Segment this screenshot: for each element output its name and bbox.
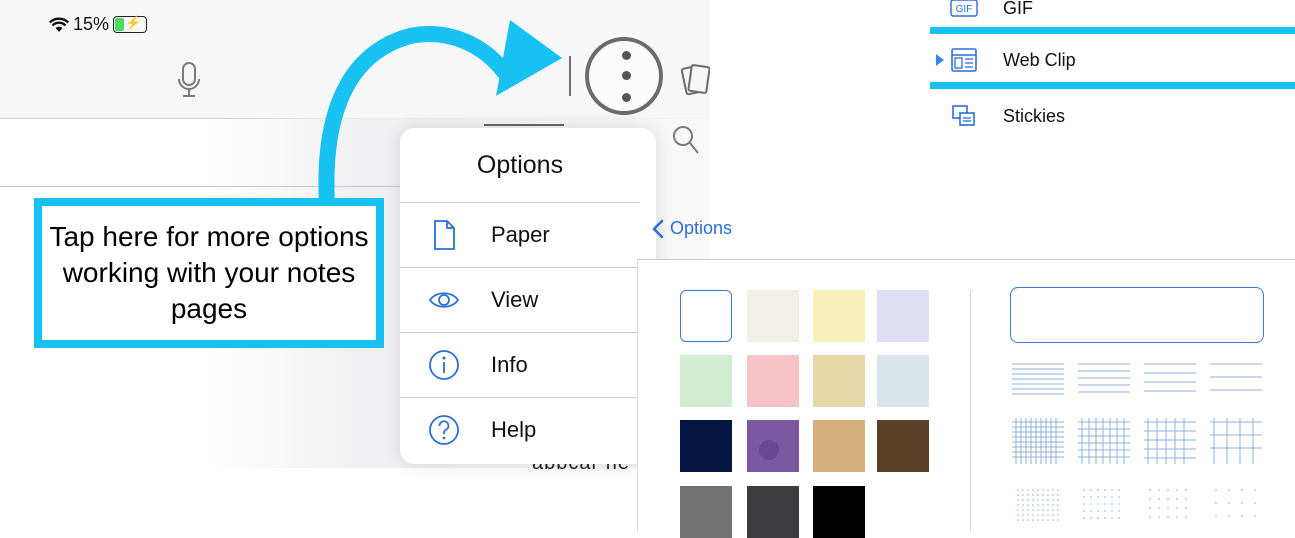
status-bar: 15%	[48, 14, 147, 35]
more-dot	[622, 93, 631, 102]
layout-lined-option[interactable]	[1144, 358, 1196, 404]
options-item-label: Paper	[491, 222, 550, 247]
paper-color-light-blue[interactable]	[877, 355, 929, 407]
pages-icon[interactable]	[680, 62, 710, 98]
options-popover: Options Paper View Info Help	[400, 128, 656, 464]
paper-color-tan[interactable]	[813, 355, 865, 407]
paper-color-pink[interactable]	[747, 355, 799, 407]
layout-grid-option[interactable]	[1210, 418, 1262, 464]
paper-color-light-yellow[interactable]	[813, 290, 865, 342]
options-item-info[interactable]: Info	[400, 332, 640, 397]
divider	[970, 290, 971, 531]
paper-color-cork[interactable]	[813, 420, 865, 472]
more-dot	[622, 51, 631, 60]
layout-blank-option[interactable]	[1010, 287, 1264, 343]
web-clip-icon	[951, 48, 977, 72]
search-icon[interactable]	[672, 125, 700, 157]
paper-color-purple[interactable]	[747, 420, 799, 472]
options-item-label: View	[491, 287, 539, 312]
layout-dotted-option[interactable]	[1210, 480, 1262, 526]
layout-grid-option[interactable]	[1078, 418, 1130, 464]
question-icon	[429, 415, 459, 445]
paper-color-black[interactable]	[813, 486, 865, 538]
layout-dotted-option[interactable]	[1012, 480, 1064, 526]
notes-app-screenshot: abbcar he 15% Tap here for more options …	[0, 0, 730, 474]
layout-grid-option[interactable]	[1144, 418, 1196, 464]
microphone-icon[interactable]	[178, 62, 200, 102]
callout-box: Tap here for more options working with y…	[34, 198, 384, 348]
paper-color-navy[interactable]	[680, 420, 732, 472]
paper-color-white[interactable]	[680, 290, 732, 342]
layout-grid-option[interactable]	[1012, 418, 1064, 464]
paper-color-lavender[interactable]	[877, 290, 929, 342]
battery-percent: 15%	[72, 14, 109, 34]
menu-item-stickies[interactable]: Stickies	[930, 90, 1295, 142]
more-dot	[622, 71, 631, 80]
layout-dotted-option[interactable]	[1078, 480, 1130, 526]
more-options-button[interactable]	[585, 37, 663, 115]
chevron-left-icon	[652, 219, 664, 238]
paper-color-mint[interactable]	[680, 355, 732, 407]
svg-text:GIF: GIF	[956, 4, 973, 15]
wifi-icon	[48, 17, 69, 32]
gif-icon: GIF	[950, 0, 978, 17]
paper-color-gray[interactable]	[680, 486, 732, 538]
back-button[interactable]: Options	[652, 218, 732, 239]
stickies-icon	[952, 105, 975, 126]
menu-item-label: Stickies	[1003, 106, 1066, 126]
paper-color-charcoal[interactable]	[747, 486, 799, 538]
layout-lined-option[interactable]	[1078, 358, 1130, 404]
back-label: Options	[670, 218, 733, 238]
selection-indicator-icon	[936, 54, 944, 66]
document-icon	[434, 220, 455, 250]
options-item-help[interactable]: Help	[400, 397, 640, 462]
info-icon	[429, 350, 459, 380]
options-item-paper[interactable]: Paper	[400, 202, 640, 267]
options-item-view[interactable]: View	[400, 267, 640, 332]
layout-lined-option[interactable]	[1012, 358, 1064, 404]
insert-menu: GIF GIF Web Clip Stickies	[930, 0, 1295, 140]
highlight-bar	[930, 82, 1295, 89]
menu-item-web-clip[interactable]: Web Clip	[930, 34, 1295, 86]
options-item-label: Help	[491, 417, 537, 442]
highlight-bar	[930, 27, 1295, 34]
paper-color-ivory[interactable]	[747, 290, 799, 342]
battery-icon	[113, 15, 147, 33]
menu-item-label: Web Clip	[1003, 50, 1076, 70]
callout-text: Tap here for more options working with y…	[49, 221, 369, 324]
eye-icon	[428, 292, 460, 308]
popover-title: Options	[476, 151, 564, 179]
paper-color-brown[interactable]	[877, 420, 929, 472]
options-item-label: Info	[491, 352, 528, 377]
layout-dotted-option[interactable]	[1144, 480, 1196, 526]
layout-lined-option[interactable]	[1210, 358, 1262, 404]
